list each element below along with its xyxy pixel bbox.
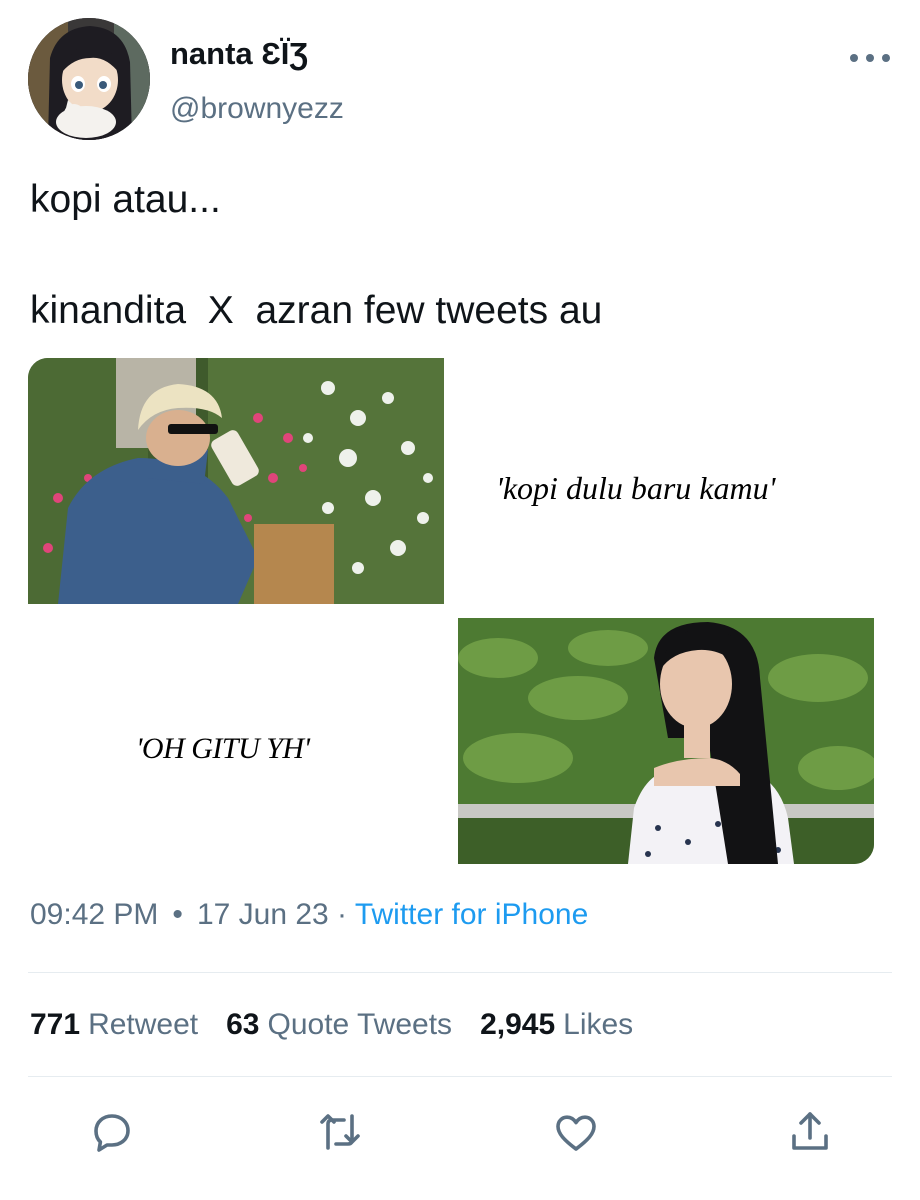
reply-icon[interactable] — [88, 1108, 136, 1156]
avatar-illustration — [28, 18, 150, 140]
retweets-count: 771 — [30, 1008, 81, 1041]
caption-oh-gitu: 'OH GITU YH' — [136, 732, 310, 765]
retweets-stat[interactable]: 771 Retweet — [30, 1008, 226, 1041]
tweet-text: kopi atau... kinandita X azran few tweet… — [30, 172, 890, 338]
tweet-stats: 771 Retweet 63 Quote Tweets 2,945 Likes — [30, 1008, 661, 1042]
photo-man-drinking-coffee[interactable] — [28, 358, 444, 604]
caption-kopi: 'kopi dulu baru kamu' — [496, 470, 776, 506]
tweet-media[interactable]: 'kopi dulu baru kamu' 'OH GITU YH' — [28, 358, 876, 866]
tweet-text-line: kopi atau... — [30, 178, 221, 221]
quotes-count: 63 — [226, 1008, 260, 1041]
quotes-label: Quote Tweets — [267, 1008, 453, 1041]
tweet-date[interactable]: 17 Jun 23 — [197, 898, 329, 931]
heart-icon[interactable] — [552, 1108, 600, 1156]
retweet-icon[interactable] — [316, 1108, 364, 1156]
divider — [28, 972, 892, 973]
likes-stat[interactable]: 2,945 Likes — [480, 1008, 661, 1041]
divider — [28, 1076, 892, 1077]
display-name[interactable]: nanta ƐЇƷ — [170, 36, 308, 72]
photo-woman-in-garden[interactable] — [458, 618, 874, 864]
likes-label: Likes — [563, 1008, 634, 1041]
tweet-actions — [0, 1108, 920, 1158]
tweet: nanta ƐЇƷ @brownyezz kopi atau... kinand… — [0, 0, 920, 1200]
share-icon[interactable] — [786, 1108, 834, 1156]
likes-count: 2,945 — [480, 1008, 556, 1041]
retweets-label: Retweet — [88, 1008, 199, 1041]
quotes-stat[interactable]: 63 Quote Tweets — [226, 1008, 480, 1041]
tweet-meta: 09:42 PM • 17 Jun 23 · Twitter for iPhone — [30, 898, 589, 931]
more-horizontal-icon[interactable] — [850, 48, 890, 68]
tweet-source-link[interactable]: Twitter for iPhone — [355, 898, 588, 931]
avatar[interactable] — [28, 18, 150, 140]
tweet-text-line: kinandita X azran few tweets au — [30, 289, 603, 332]
tweet-time[interactable]: 09:42 PM — [30, 898, 158, 931]
user-handle[interactable]: @brownyezz — [170, 92, 344, 126]
